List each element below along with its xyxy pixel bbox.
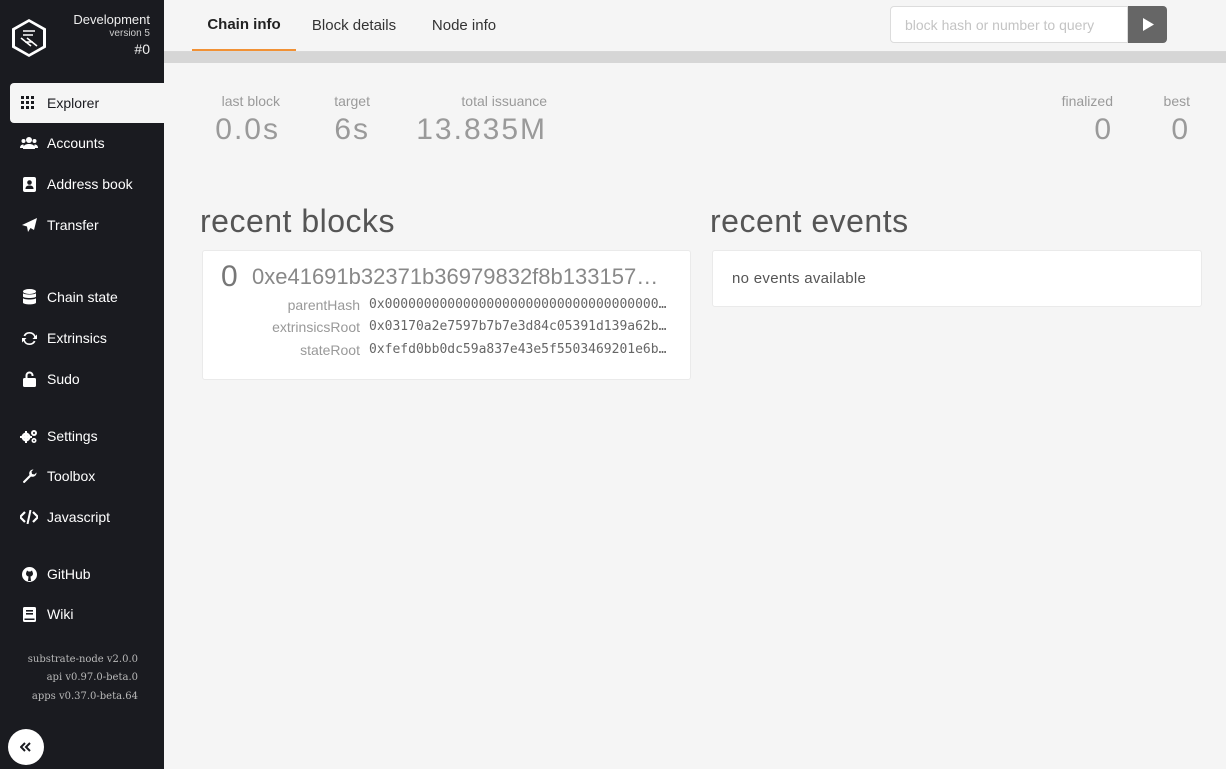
extrinsics-root-value: 0x03170a2e7597b7b7e3d84c05391d139a62b157…: [369, 319, 673, 334]
parent-hash-label: parentHash: [287, 297, 360, 313]
book-icon: [20, 605, 38, 623]
tab-node-info[interactable]: Node info: [424, 0, 504, 51]
no-events-message: no events available: [732, 270, 867, 287]
database-icon: [20, 288, 38, 306]
sidebar-item-wiki[interactable]: Wiki: [10, 594, 164, 634]
tab-label: Block details: [311, 17, 397, 34]
angle-double-left-icon: [20, 742, 31, 752]
sidebar-item-label: Accounts: [47, 135, 105, 151]
sidebar-item-label: Explorer: [47, 95, 100, 111]
recent-events-title: recent events: [710, 203, 909, 239]
summary-value: 0: [1094, 113, 1113, 146]
tab-chain-info[interactable]: Chain info: [192, 0, 296, 51]
block-number[interactable]: 0: [221, 260, 238, 294]
block-query-input[interactable]: [890, 6, 1128, 43]
wrench-icon: [20, 467, 38, 485]
state-root-value: 0xfefd0bb0dc59a837e43e5f5503469201e6ba5e…: [369, 342, 673, 357]
summary-label: last block: [221, 93, 280, 109]
collapse-sidebar-button[interactable]: [8, 729, 44, 765]
sidebar-item-label: Javascript: [47, 509, 111, 525]
sidebar-item-transfer[interactable]: Transfer: [10, 205, 164, 245]
sidebar-item-label: Address book: [47, 176, 133, 192]
sidebar-item-label: Transfer: [47, 217, 99, 233]
sidebar-item-label: Toolbox: [47, 468, 96, 484]
summary-value: 0: [1171, 113, 1190, 146]
sidebar-item-explorer[interactable]: Explorer: [10, 83, 164, 123]
users-icon: [20, 134, 38, 152]
address-card-icon: [20, 175, 38, 193]
summary-last-block: last block 0.0s: [214, 92, 280, 150]
sync-icon: [20, 329, 38, 347]
extrinsics-root-label: extrinsicsRoot: [272, 319, 360, 335]
events-card: no events available: [712, 250, 1202, 307]
summary-label: best: [1163, 93, 1190, 109]
summary-finalized: finalized 0: [1050, 92, 1113, 150]
play-icon: [1142, 18, 1154, 31]
summary-label: total issuance: [461, 93, 547, 109]
summary-value: 6s: [334, 113, 370, 146]
sidebar-item-accounts[interactable]: Accounts: [10, 123, 164, 163]
sidebar-item-chain-state[interactable]: Chain state: [10, 277, 164, 317]
app-logo-icon[interactable]: [11, 18, 47, 58]
github-icon: [20, 565, 38, 583]
chain-block-number: #0: [134, 41, 150, 57]
unlock-icon: [20, 370, 38, 388]
summary-value: 13.835M: [416, 113, 547, 146]
cogs-icon: [20, 427, 38, 445]
sidebar-item-label: Settings: [47, 428, 98, 444]
sidebar-item-label: Sudo: [47, 371, 80, 387]
sidebar-item-toolbox[interactable]: Toolbox: [10, 456, 164, 496]
summary-best: best 0: [1150, 92, 1190, 150]
sidebar-item-label: Chain state: [47, 289, 118, 305]
summary-value: 0.0s: [215, 113, 280, 146]
block-hash[interactable]: 0xe41691b32371b36979832f8b133157a5b8f5ba…: [252, 264, 670, 290]
api-version: api v0.97.0-beta.0: [46, 672, 138, 683]
sidebar-header: Development version 5 #0: [0, 0, 164, 78]
tab-label: Chain info: [207, 16, 281, 33]
query-go-button[interactable]: [1128, 6, 1167, 43]
sidebar-item-address-book[interactable]: Address book: [10, 164, 164, 204]
summary-label: finalized: [1061, 93, 1113, 109]
summary-target: target 6s: [318, 92, 370, 150]
parent-hash-value: 0x00000000000000000000000000000000000000…: [369, 297, 673, 312]
sidebar-item-label: Wiki: [47, 606, 74, 622]
sidebar-item-label: GitHub: [47, 566, 91, 582]
sidebar-item-javascript[interactable]: Javascript: [10, 497, 164, 537]
chain-version: version 5: [109, 28, 150, 39]
sidebar-item-settings[interactable]: Settings: [10, 416, 164, 456]
sidebar-item-sudo[interactable]: Sudo: [10, 359, 164, 399]
state-root-label: stateRoot: [300, 342, 360, 358]
top-divider-bar: [164, 52, 1226, 63]
block-card: 0 0xe41691b32371b36979832f8b133157a5b8f5…: [202, 250, 691, 380]
sidebar-item-label: Extrinsics: [47, 330, 107, 346]
recent-blocks-title: recent blocks: [200, 203, 396, 239]
sidebar: Development version 5 #0 Explorer Accoun…: [0, 0, 164, 769]
node-version: substrate-node v2.0.0: [27, 654, 138, 665]
summary-label: target: [334, 93, 370, 109]
tab-label: Node info: [431, 17, 497, 34]
code-icon: [20, 508, 38, 526]
sidebar-item-extrinsics[interactable]: Extrinsics: [10, 318, 164, 358]
tab-block-details[interactable]: Block details: [304, 0, 404, 51]
chain-name: Development: [73, 12, 150, 27]
grid-icon: [20, 94, 38, 112]
apps-version: apps v0.37.0-beta.64: [31, 691, 138, 702]
sidebar-item-github[interactable]: GitHub: [10, 554, 164, 594]
chain-info[interactable]: Development version 5 #0: [73, 12, 150, 58]
summary-total-issuance: total issuance 13.835M: [410, 92, 547, 150]
paper-plane-icon: [20, 216, 38, 234]
